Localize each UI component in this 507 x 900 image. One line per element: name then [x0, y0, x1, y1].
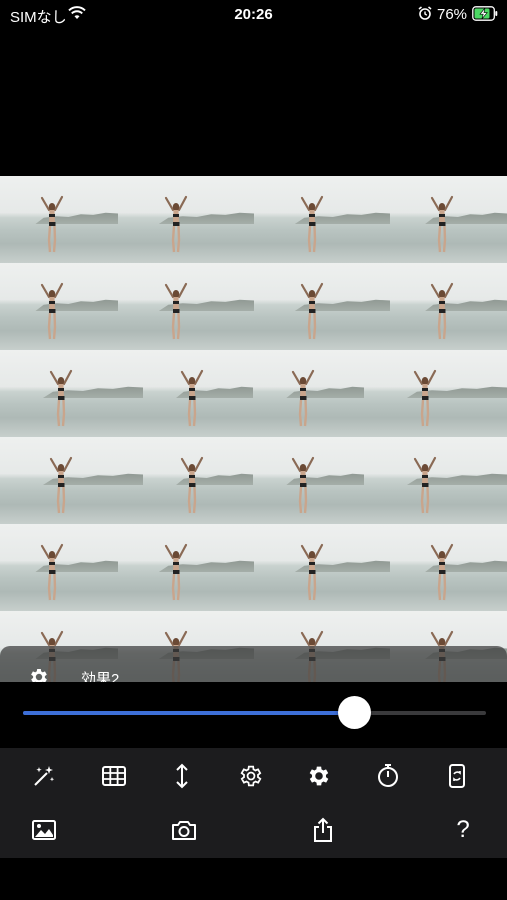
timer-button[interactable] — [368, 756, 408, 796]
person-figure — [413, 368, 437, 430]
person-figure — [164, 281, 188, 343]
person-figure — [291, 368, 315, 430]
preview-tile — [253, 350, 364, 437]
effect-bar: 効果2 — [0, 646, 507, 688]
battery-percentage: 76% — [437, 6, 468, 23]
slider-track[interactable] — [23, 711, 486, 715]
vertical-arrows-icon — [176, 763, 188, 789]
help-icon: ? — [456, 816, 470, 843]
preview-tile — [0, 437, 143, 524]
preview-tile — [0, 263, 118, 350]
person-figure — [164, 194, 188, 256]
help-button[interactable]: ? — [443, 810, 483, 850]
photo-library-icon — [32, 820, 56, 840]
preview-tile — [143, 437, 253, 524]
battery-charging-icon — [472, 6, 498, 21]
alarm-icon — [418, 6, 432, 20]
magic-wand-button[interactable] — [24, 756, 64, 796]
person-figure — [413, 455, 437, 517]
person-figure — [180, 455, 204, 517]
slider-thumb[interactable] — [338, 696, 372, 729]
person-figure — [180, 368, 204, 430]
preview-tile — [143, 350, 253, 437]
effect-slider[interactable] — [0, 682, 507, 748]
vertical-arrows-button[interactable] — [162, 756, 202, 796]
slider-fill — [23, 711, 355, 715]
photo-library-button[interactable] — [24, 810, 64, 850]
rotate-phone-icon — [449, 764, 465, 788]
person-figure — [40, 542, 64, 604]
preview-tile — [254, 263, 390, 350]
magic-wand-icon — [34, 766, 55, 786]
person-figure — [300, 542, 324, 604]
preview-row — [0, 176, 507, 263]
grid-button[interactable] — [94, 756, 134, 796]
preview-tile — [0, 350, 143, 437]
preview-tile — [390, 263, 507, 350]
person-figure — [40, 281, 64, 343]
settings-outline-button[interactable] — [231, 756, 271, 796]
person-figure — [300, 194, 324, 256]
camera-button[interactable] — [164, 810, 204, 850]
settings-filled-button[interactable] — [299, 756, 339, 796]
person-figure — [430, 281, 454, 343]
preview-tile — [254, 524, 390, 611]
person-figure — [164, 542, 188, 604]
preview-tile — [0, 176, 118, 263]
preview-tile — [390, 524, 507, 611]
preview-tile — [364, 437, 507, 524]
gear-outline-icon — [240, 765, 262, 787]
person-figure — [430, 194, 454, 256]
share-button[interactable] — [303, 810, 343, 850]
preview-tile — [0, 524, 118, 611]
preview-tile — [118, 176, 254, 263]
preview-row — [0, 437, 507, 524]
preview-row — [0, 524, 507, 611]
preview-tile — [390, 176, 507, 263]
preview-row — [0, 350, 507, 437]
preview-tile — [118, 524, 254, 611]
preview-tile — [364, 350, 507, 437]
person-figure — [49, 455, 73, 517]
preview-tile — [254, 176, 390, 263]
person-figure — [291, 455, 315, 517]
person-figure — [300, 281, 324, 343]
timer-icon — [378, 764, 398, 787]
preview-row — [0, 263, 507, 350]
status-bar: SIMなし 20:26 76% — [0, 0, 507, 30]
preview-tile — [118, 263, 254, 350]
grid-icon — [102, 766, 126, 786]
preview-tile — [253, 437, 364, 524]
share-icon — [314, 817, 332, 842]
image-preview[interactable] — [0, 176, 507, 682]
person-figure — [49, 368, 73, 430]
gear-filled-icon — [309, 766, 329, 786]
toolbar: ? — [0, 748, 507, 858]
person-figure — [430, 542, 454, 604]
camera-icon — [172, 821, 196, 840]
rotate-phone-button[interactable] — [437, 756, 477, 796]
person-figure — [40, 194, 64, 256]
